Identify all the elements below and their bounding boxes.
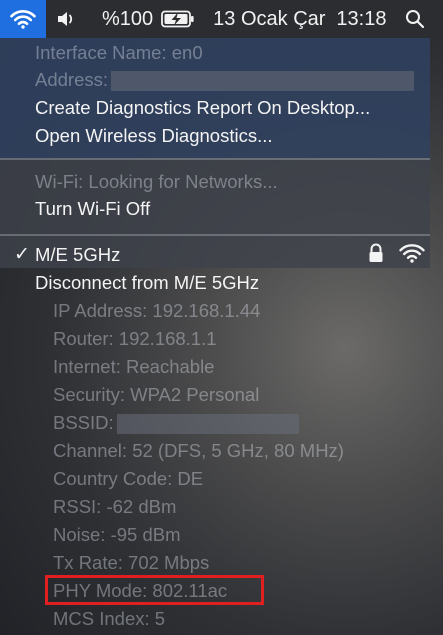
checkmark-icon: ✓ — [14, 244, 30, 265]
router-item: Router: 192.168.1.1 — [53, 328, 217, 349]
tx-rate-item: Tx Rate: 702 Mbps — [53, 552, 210, 573]
battery-menu-extra[interactable] — [161, 9, 195, 29]
bssid-label: BSSID: — [53, 412, 114, 433]
create-diagnostics-report-item[interactable]: Create Diagnostics Report On Desktop... — [35, 97, 370, 119]
wifi-status-item: Wi-Fi: Looking for Networks... — [35, 171, 278, 192]
redacted-bssid — [116, 414, 299, 435]
menu-separator — [0, 234, 430, 236]
battery-charging-icon — [161, 10, 194, 28]
menu-bar: %100 13 Ocak Çar 13:18 — [0, 0, 443, 38]
phy-mode-highlight-box — [45, 575, 264, 605]
network-name-item[interactable]: M/E 5GHz — [35, 244, 120, 266]
country-code-item: Country Code: DE — [53, 468, 204, 489]
menubar-clock[interactable]: 13:18 — [336, 8, 386, 31]
address-item: Address: — [35, 69, 415, 92]
search-icon — [406, 10, 425, 29]
screenshot: %100 13 Ocak Çar 13:18 Interface Name: e… — [0, 0, 443, 635]
mcs-index-item: MCS Index: 5 — [53, 608, 166, 629]
wifi-signal-icon — [399, 244, 425, 263]
ip-address-item: IP Address: 192.168.1.44 — [53, 300, 261, 321]
security-item: Security: WPA2 Personal — [53, 384, 260, 405]
bssid-item: BSSID: — [53, 412, 299, 435]
wifi-icon — [10, 10, 36, 29]
rssi-item: RSSI: -62 dBm — [53, 496, 177, 517]
menu-separator — [0, 158, 430, 160]
turn-wifi-off-item[interactable]: Turn Wi-Fi Off — [35, 198, 150, 220]
lock-icon — [369, 243, 383, 262]
disconnect-network-item[interactable]: Disconnect from M/E 5GHz — [35, 272, 259, 294]
wifi-dropdown-menu: Interface Name: en0 Address: Create Diag… — [0, 38, 443, 635]
speaker-icon — [58, 12, 73, 26]
open-wireless-diagnostics-item[interactable]: Open Wireless Diagnostics... — [35, 125, 273, 147]
channel-item: Channel: 52 (DFS, 5 GHz, 80 MHz) — [53, 440, 344, 461]
noise-item: Noise: -95 dBm — [53, 524, 181, 545]
internet-item: Internet: Reachable — [53, 356, 215, 377]
network-status-icons — [368, 243, 426, 263]
battery-percentage[interactable]: %100 — [102, 8, 153, 31]
volume-menu-extra[interactable] — [56, 10, 76, 28]
redacted-address — [111, 71, 415, 92]
spotlight-menu-extra[interactable] — [405, 9, 425, 29]
interface-name-item: Interface Name: en0 — [35, 42, 203, 63]
menubar-date[interactable]: 13 Ocak Çar — [213, 8, 325, 31]
wifi-menu-extra[interactable] — [0, 0, 46, 38]
address-label: Address: — [35, 69, 109, 90]
